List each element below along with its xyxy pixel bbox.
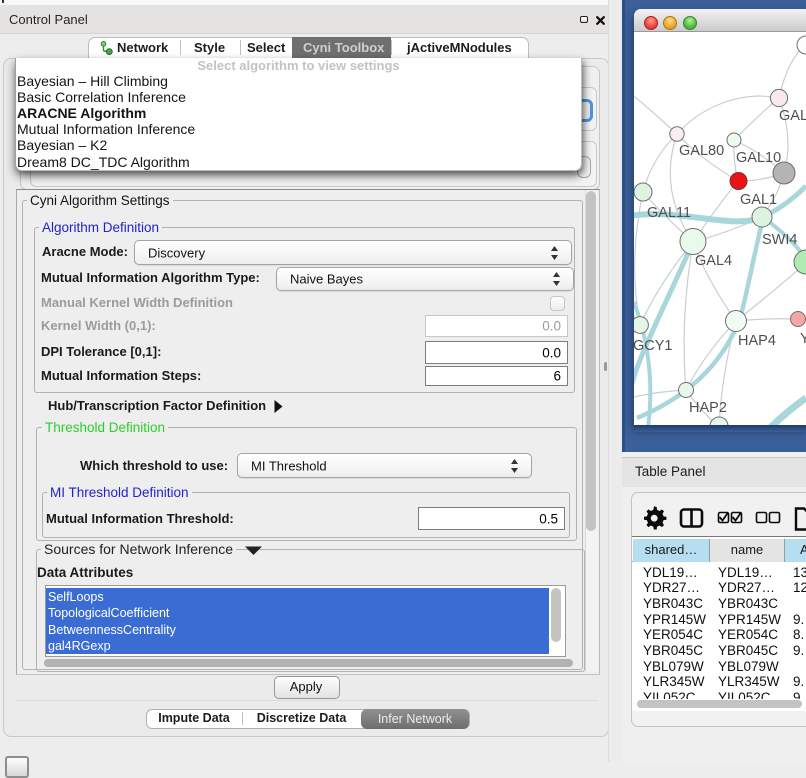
svg-text:SWI4: SWI4 bbox=[762, 232, 797, 248]
svg-text:GAL2: GAL2 bbox=[779, 108, 806, 124]
svg-text:GAL10: GAL10 bbox=[736, 150, 781, 166]
svg-text:GAL80: GAL80 bbox=[679, 143, 724, 159]
svg-text:HAP4: HAP4 bbox=[738, 333, 776, 349]
svg-text:HAP2: HAP2 bbox=[689, 400, 727, 416]
svg-text:GCY1: GCY1 bbox=[634, 338, 673, 354]
svg-text:GAL1: GAL1 bbox=[740, 192, 777, 208]
svg-text:GAL11: GAL11 bbox=[647, 205, 691, 221]
svg-text:YM: YM bbox=[800, 331, 806, 347]
svg-text:GAL4: GAL4 bbox=[695, 253, 732, 269]
